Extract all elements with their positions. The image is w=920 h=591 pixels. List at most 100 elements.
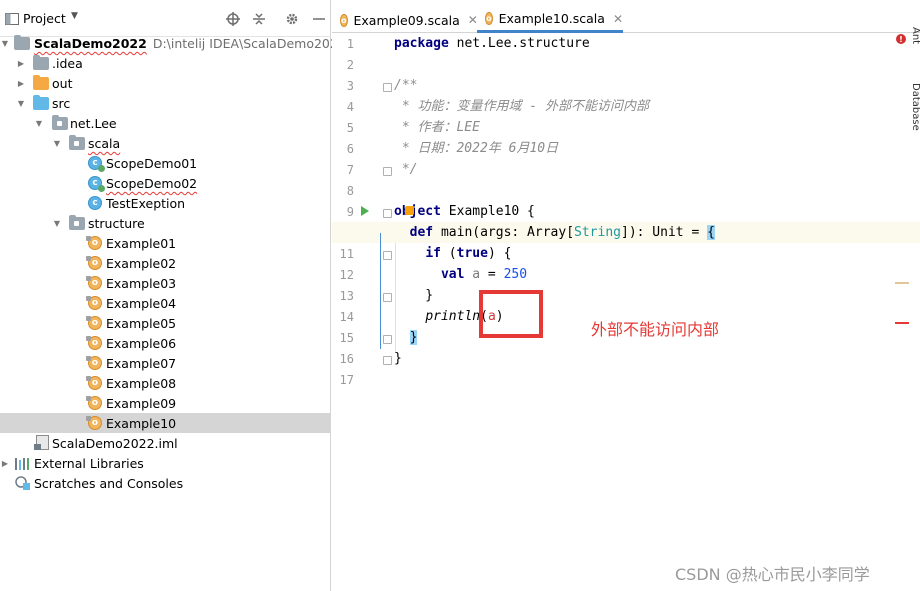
tree-item-file[interactable]: ScalaDemo2022.iml [0,433,331,453]
library-icon [15,456,31,470]
tab-example10[interactable]: o Example10.scala ✕ [477,7,623,33]
tree-item-label: net.Lee [70,116,117,131]
code-line-10: def main(args: Array[String]): Unit = { [409,225,715,240]
lightbulb-icon[interactable] [405,206,414,215]
tree-item-file[interactable]: c ScopeDemo02 [0,173,331,193]
line-number: 15 [339,331,354,345]
tree-item-label: .idea [52,56,83,71]
expanded-arrow-icon[interactable]: ▼ [16,98,26,108]
code-line-16: } [394,351,402,366]
tree-item-package-net-lee[interactable]: ▼ net.Lee [0,113,331,133]
warning-stripe-mark[interactable] [895,282,909,284]
run-icon[interactable] [361,206,369,216]
tree-item-file[interactable]: o Example04 [0,293,331,313]
scala-object-icon: o [86,396,102,410]
collapsed-arrow-icon[interactable]: ▶ [16,78,26,88]
scala-object-icon: o [340,13,348,27]
tree-item-file[interactable]: o Example09 [0,393,331,413]
expanded-arrow-icon[interactable]: ▼ [52,138,62,148]
tree-item-file[interactable]: o Example07 [0,353,331,373]
tree-item-label: External Libraries [34,456,144,471]
project-panel-header: Project ▼ [0,0,331,37]
minimize-icon[interactable] [311,11,327,27]
collapsed-arrow-icon[interactable]: ▶ [0,458,10,468]
scala-object-icon: o [86,416,102,430]
code-line-11: if (true) { [425,246,512,261]
error-highlight-box [479,290,543,338]
tree-item-file-selected[interactable]: o Example10 [0,413,331,433]
tree-item-idea[interactable]: ▶ .idea [0,53,331,73]
excluded-folder-icon [33,75,49,90]
line-number: 14 [339,310,354,324]
scala-object-icon: o [86,356,102,370]
tree-item-file[interactable]: o Example03 [0,273,331,293]
line-number: 11 [339,247,354,261]
module-file-icon [34,435,49,450]
close-icon[interactable]: ✕ [613,12,623,26]
scope-indicator [380,233,381,349]
tree-item-external-libraries[interactable]: ▶ External Libraries [0,453,331,473]
line-number: 17 [339,373,354,387]
gear-icon[interactable] [284,11,300,27]
scala-class-icon: c [88,156,105,172]
error-indicator-icon[interactable]: ! [896,34,906,44]
scala-object-icon: o [485,12,493,25]
tree-item-file[interactable]: o Example02 [0,253,331,273]
tree-item-out[interactable]: ▶ out [0,73,331,93]
tree-item-project-root[interactable]: ▼ ScalaDemo2022 D:\intelij IDEA\ScalaDemo… [0,33,346,53]
code-line-12: val a = 250 [440,267,528,282]
crosshair-icon[interactable] [225,11,241,27]
tree-item-label: structure [88,216,145,231]
expanded-arrow-icon[interactable]: ▼ [52,218,62,228]
project-view-icon[interactable] [4,11,20,27]
tree-item-file[interactable]: o Example05 [0,313,331,333]
code-line-6: * 日期：2022年 6月10日 [394,141,559,156]
line-number: 16 [339,352,354,366]
tree-item-scratches[interactable]: Scratches and Consoles [0,473,331,493]
code-line-5: * 作者：LEE [394,120,480,135]
error-stripe-mark[interactable] [895,322,909,324]
tree-item-src[interactable]: ▼ src [0,93,331,113]
module-folder-icon [14,35,30,50]
collapse-icon[interactable] [251,11,267,27]
collapsed-arrow-icon[interactable]: ▶ [16,58,26,68]
line-number: 6 [346,142,354,156]
scala-object-icon: o [86,336,102,350]
tab-label: Example10.scala [498,11,605,26]
code-area[interactable]: package net.Lee.structure /** * 功能：变量作用域… [332,33,920,591]
code-line-15: } [409,330,418,345]
annotation-text: 外部不能访问内部 [591,320,720,339]
tree-item-label: Example01 [106,236,177,251]
line-number: 3 [346,79,354,93]
tree-item-file[interactable]: o Example01 [0,233,331,253]
project-view-title[interactable]: Project [23,11,66,26]
tree-item-package-scala[interactable]: ▼ scala [0,133,331,153]
tree-item-label: Example10 [106,416,177,431]
tree-item-label: Example07 [106,356,177,371]
project-path: D:\intelij IDEA\ScalaDemo2022 [152,36,346,51]
line-number: 9 [346,205,354,219]
tree-item-label: TestExeption [106,196,186,211]
expanded-arrow-icon[interactable]: ▼ [0,38,10,48]
tree-item-file[interactable]: c ScopeDemo01 [0,153,331,173]
tree-item-file[interactable]: c TestExeption [0,193,331,213]
tree-item-file[interactable]: o Example08 [0,373,331,393]
tree-item-label: scala [88,136,121,151]
editor-tab-bar: o Example09.scala ✕ o Example10.scala ✕ [332,0,920,33]
tab-example09[interactable]: o Example09.scala ✕ [332,7,478,33]
chevron-down-icon[interactable]: ▼ [71,11,78,21]
editor-area: o Example09.scala ✕ o Example10.scala ✕ … [332,0,920,591]
tree-item-file[interactable]: o Example06 [0,333,331,353]
scala-object-icon: o [86,276,102,290]
code-line-3: /** [394,78,418,93]
package-icon [69,135,85,150]
editor-gutter[interactable]: 1 2 3 4 5 6 7 8 9 10 11 12 13 14 15 16 1… [332,33,392,591]
tool-window-database[interactable]: Database [910,83,920,131]
tree-item-label: ScalaDemo2022.iml [52,436,178,451]
code-line-9: object Example10 { [394,204,535,219]
expanded-arrow-icon[interactable]: ▼ [34,118,44,128]
line-number: 13 [339,289,354,303]
tree-item-package-structure[interactable]: ▼ structure [0,213,331,233]
tool-window-ant[interactable]: Ant [910,27,920,44]
line-number: 4 [346,100,354,114]
